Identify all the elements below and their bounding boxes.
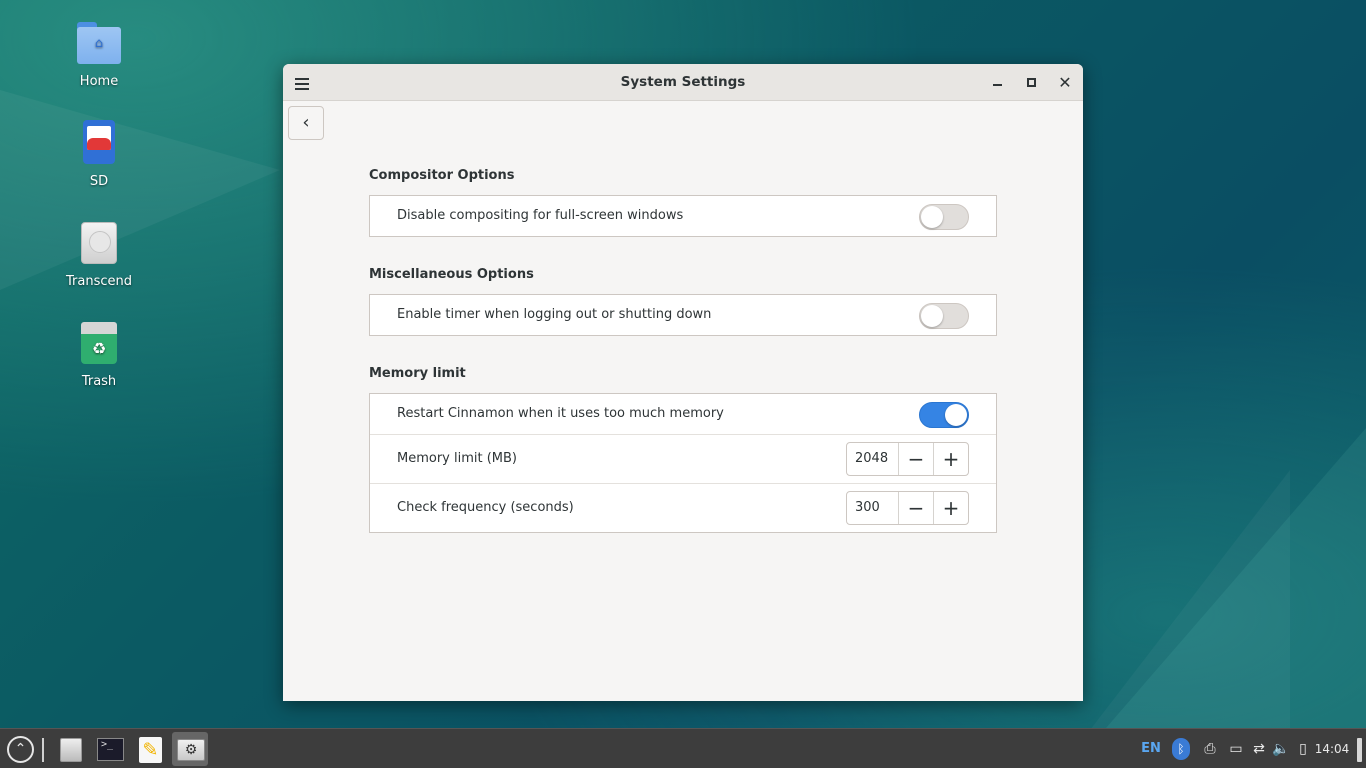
setting-row-memory-limit: Memory limit (MB) 2048 − + [370, 434, 996, 483]
switch-knob [945, 404, 967, 426]
display-icon: ▭ [1229, 741, 1243, 757]
taskbar: ⌃ >_ ✎ ⚙ EN ᛒ ⎙ ▭ ⇄ 🔈 ▯ 14:04 [0, 728, 1366, 768]
setting-label: Enable timer when logging out or shuttin… [397, 307, 712, 322]
misc-options-panel: Enable timer when logging out or shuttin… [369, 294, 997, 336]
increment-button[interactable]: + [933, 443, 968, 475]
plus-icon: + [942, 447, 960, 471]
taskbar-system-settings[interactable]: ⚙ [172, 732, 208, 766]
back-button[interactable]: ‹ [288, 106, 324, 140]
setting-row-restart-cinnamon: Restart Cinnamon when it uses too much m… [370, 394, 996, 434]
memory-limit-spinbutton: 2048 − + [846, 442, 969, 476]
taskbar-file-manager[interactable] [52, 732, 88, 766]
setting-label: Memory limit (MB) [397, 451, 518, 466]
terminal-icon: >_ [97, 738, 124, 761]
switch-knob [921, 305, 943, 327]
trash-icon: ♻ [75, 320, 123, 368]
switch-knob [921, 206, 943, 228]
volume-tray[interactable]: 🔈 [1270, 729, 1292, 768]
desktop-icon-sd[interactable]: SD [58, 120, 140, 189]
increment-button[interactable]: + [933, 492, 968, 524]
taskbar-terminal[interactable]: >_ [92, 732, 128, 766]
clock[interactable]: 14:04 [1314, 729, 1350, 768]
hamburger-icon [289, 70, 315, 90]
desktop-icon-home[interactable]: ⌂ Home [58, 20, 140, 89]
system-settings-icon: ⚙ [177, 739, 205, 761]
bluetooth-icon: ᛒ [1172, 738, 1190, 760]
minimize-icon [992, 84, 1002, 86]
text-editor-icon: ✎ [139, 737, 162, 763]
decrement-button[interactable]: − [898, 492, 933, 524]
desktop-icon-label: Trash [81, 374, 117, 389]
setting-row-logout-timer: Enable timer when logging out or shuttin… [370, 295, 996, 335]
logout-timer-switch[interactable] [919, 303, 969, 329]
minus-icon: − [907, 447, 925, 471]
system-settings-window: System Settings ✕ ‹ Compositor Options D… [283, 64, 1083, 701]
minimize-button[interactable] [984, 70, 1010, 96]
setting-label: Disable compositing for full-screen wind… [397, 208, 684, 223]
menu-button[interactable]: ⌃ [3, 732, 39, 766]
plus-icon: + [942, 496, 960, 520]
section-title-compositor: Compositor Options [369, 168, 515, 183]
maximize-icon [1026, 78, 1036, 87]
compositor-options-panel: Disable compositing for full-screen wind… [369, 195, 997, 237]
taskbar-separator [42, 738, 44, 762]
setting-label: Check frequency (seconds) [397, 500, 574, 515]
window-titlebar[interactable]: System Settings ✕ [283, 64, 1083, 101]
desktop-icon-transcend[interactable]: Transcend [58, 220, 140, 289]
file-manager-icon [60, 738, 82, 762]
battery-tray[interactable]: ▯ [1292, 729, 1314, 768]
check-frequency-input[interactable]: 300 [855, 492, 880, 524]
sd-card-icon [75, 120, 123, 168]
taskbar-text-editor[interactable]: ✎ [132, 732, 168, 766]
volume-icon: 🔈 [1272, 741, 1290, 757]
setting-row-disable-compositing: Disable compositing for full-screen wind… [370, 196, 996, 236]
memory-limit-input[interactable]: 2048 [855, 443, 888, 475]
disable-compositing-switch[interactable] [919, 204, 969, 230]
section-title-misc: Miscellaneous Options [369, 267, 534, 282]
show-desktop-button[interactable] [1357, 738, 1362, 762]
maximize-button[interactable] [1018, 70, 1044, 96]
setting-label: Restart Cinnamon when it uses too much m… [397, 406, 724, 421]
check-frequency-spinbutton: 300 − + [846, 491, 969, 525]
home-folder-icon: ⌂ [75, 20, 123, 68]
hard-drive-icon [75, 220, 123, 268]
desktop-icon-trash[interactable]: ♻ Trash [58, 320, 140, 389]
restart-cinnamon-switch[interactable] [919, 402, 969, 428]
keyboard-layout-indicator[interactable]: EN [1140, 729, 1162, 768]
decrement-button[interactable]: − [898, 443, 933, 475]
window-title: System Settings [620, 74, 746, 90]
close-icon: ✕ [1058, 73, 1072, 92]
hamburger-menu-button[interactable] [289, 70, 315, 96]
network-disconnected-icon: ⇄ [1253, 741, 1265, 757]
battery-icon: ▯ [1299, 741, 1307, 757]
bluetooth-tray[interactable]: ᛒ [1170, 729, 1192, 768]
printer-icon: ⎙ [1204, 741, 1216, 757]
display-tray[interactable]: ▭ [1225, 729, 1247, 768]
printer-tray[interactable]: ⎙ [1199, 729, 1221, 768]
desktop-icon-label: Transcend [66, 274, 132, 289]
memory-limit-panel: Restart Cinnamon when it uses too much m… [369, 393, 997, 533]
desktop-icon-label: Home [79, 74, 119, 89]
setting-row-check-frequency: Check frequency (seconds) 300 − + [370, 483, 996, 532]
desktop-icon-label: SD [89, 174, 109, 189]
section-title-memory-limit: Memory limit [369, 366, 466, 381]
minus-icon: − [907, 496, 925, 520]
chevron-left-icon: ‹ [302, 112, 310, 133]
close-button[interactable]: ✕ [1052, 70, 1078, 96]
network-tray[interactable]: ⇄ [1248, 729, 1270, 768]
menu-icon: ⌃ [7, 736, 34, 763]
